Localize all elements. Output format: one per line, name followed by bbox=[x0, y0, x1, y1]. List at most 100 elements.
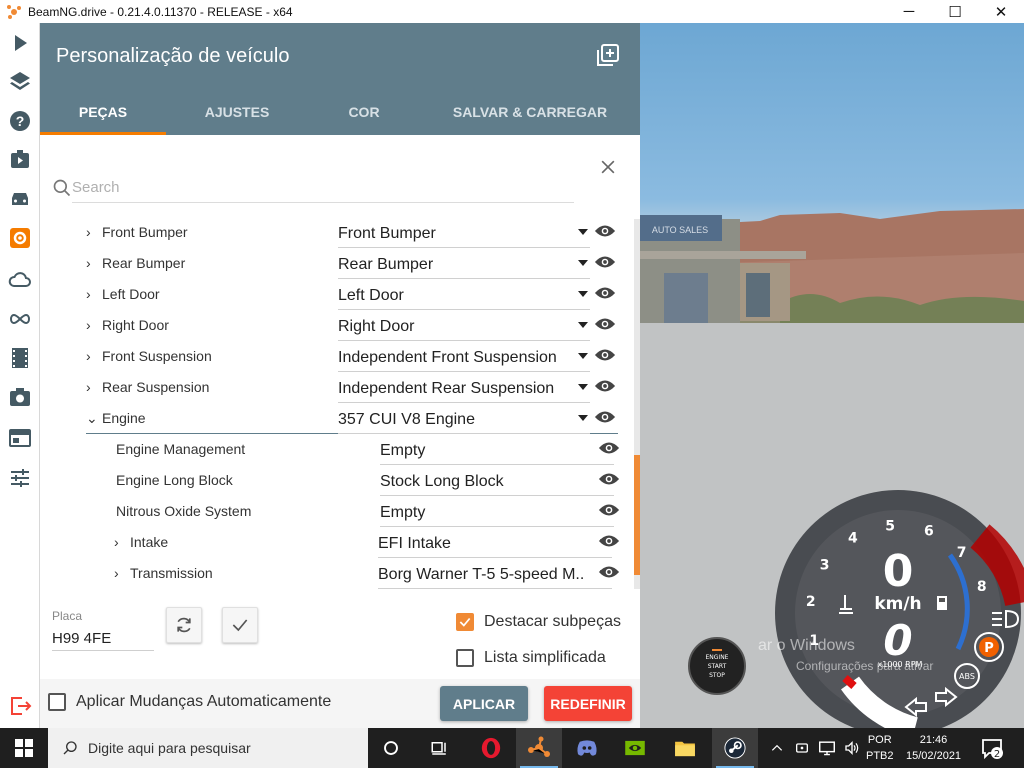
part-row[interactable]: ⌄ Engine 357 CUI V8 Engine bbox=[86, 403, 618, 434]
chevron-right-icon[interactable]: › bbox=[86, 380, 96, 394]
eye-icon[interactable] bbox=[594, 347, 616, 363]
part-row[interactable]: › Front Suspension Independent Front Suspe… bbox=[86, 341, 618, 372]
part-select[interactable]: Stock Long Block bbox=[380, 465, 614, 496]
input-language[interactable]: POR PTB2 bbox=[866, 732, 894, 764]
chevron-right-icon[interactable]: › bbox=[86, 225, 96, 239]
eye-icon[interactable] bbox=[598, 533, 620, 549]
chevron-right-icon[interactable]: › bbox=[86, 349, 96, 363]
vehicle-config-icon[interactable] bbox=[6, 224, 34, 252]
eye-icon[interactable] bbox=[598, 440, 620, 456]
cloud-icon[interactable] bbox=[6, 265, 34, 293]
exit-icon[interactable] bbox=[6, 692, 34, 720]
start-button[interactable] bbox=[0, 728, 48, 768]
part-row[interactable]: › Right Door Right Door bbox=[86, 310, 618, 341]
randomize-plate-button[interactable] bbox=[166, 607, 202, 643]
opera-icon[interactable] bbox=[468, 728, 514, 768]
part-row[interactable]: › Left Door Left Door bbox=[86, 279, 618, 310]
part-select[interactable]: Independent Rear Suspension bbox=[338, 372, 590, 403]
dropdown-arrow-icon[interactable] bbox=[578, 353, 588, 359]
tab-tuning[interactable]: AJUSTES bbox=[166, 103, 308, 135]
eye-icon[interactable] bbox=[594, 409, 616, 425]
eye-icon[interactable] bbox=[598, 471, 620, 487]
subpart-row[interactable]: › Transmission Borg Warner T-5 5-speed M..… bbox=[114, 558, 620, 589]
simple-list-checkbox[interactable] bbox=[456, 649, 474, 667]
part-select[interactable]: EFI Intake bbox=[378, 527, 612, 558]
subpart-row[interactable]: Nitrous Oxide System Empty bbox=[114, 496, 620, 527]
close-window-button[interactable]: ✕ bbox=[978, 0, 1024, 23]
dropdown-arrow-icon[interactable] bbox=[578, 229, 588, 235]
eye-icon[interactable] bbox=[598, 502, 620, 518]
maximize-button[interactable]: ☐ bbox=[932, 0, 978, 23]
search-input[interactable] bbox=[72, 173, 574, 203]
chevron-right-icon[interactable]: › bbox=[86, 256, 96, 270]
tab-color[interactable]: COR bbox=[308, 103, 420, 135]
apply-button[interactable]: APLICAR bbox=[440, 686, 528, 721]
dropdown-arrow-icon[interactable] bbox=[578, 415, 588, 421]
game-viewport[interactable]: AUTO SALES 12345678 0 km/h 0 x1000 RPM a… bbox=[640, 23, 1024, 728]
ui-apps-icon[interactable] bbox=[6, 424, 34, 452]
dropdown-arrow-icon[interactable] bbox=[578, 291, 588, 297]
nvidia-icon[interactable] bbox=[612, 728, 658, 768]
eye-icon[interactable] bbox=[594, 285, 616, 301]
camera-icon[interactable] bbox=[6, 383, 34, 411]
part-select[interactable]: Independent Front Suspension bbox=[338, 341, 590, 372]
part-row[interactable]: › Rear Suspension Independent Rear Suspens… bbox=[86, 372, 618, 403]
part-row[interactable]: › Front Bumper Front Bumper bbox=[86, 219, 618, 248]
tab-parts[interactable]: PEÇAS bbox=[40, 103, 166, 135]
part-select[interactable]: Empty bbox=[380, 434, 614, 465]
scenario-icon[interactable] bbox=[6, 145, 34, 173]
part-select[interactable]: Rear Bumper bbox=[338, 248, 590, 279]
film-icon[interactable] bbox=[6, 344, 34, 372]
apply-plate-button[interactable] bbox=[222, 607, 258, 643]
subpart-row[interactable]: › Intake EFI Intake bbox=[114, 527, 620, 558]
eye-icon[interactable] bbox=[594, 378, 616, 394]
highlight-subparts-checkbox[interactable] bbox=[456, 613, 474, 631]
auto-apply-checkbox[interactable] bbox=[48, 693, 66, 711]
part-select[interactable]: Left Door bbox=[338, 279, 590, 310]
car-icon[interactable] bbox=[6, 185, 34, 213]
webcam-icon[interactable] bbox=[794, 740, 810, 756]
volume-icon[interactable] bbox=[844, 740, 860, 756]
steam-icon[interactable] bbox=[712, 728, 758, 768]
minimize-button[interactable]: ─ bbox=[886, 0, 932, 23]
dropdown-arrow-icon[interactable] bbox=[578, 384, 588, 390]
add-config-icon[interactable] bbox=[596, 43, 620, 67]
file-explorer-icon[interactable] bbox=[662, 728, 708, 768]
cortana-icon[interactable] bbox=[368, 728, 414, 768]
eye-icon[interactable] bbox=[598, 564, 620, 580]
layers-icon[interactable] bbox=[6, 67, 34, 95]
discord-icon[interactable] bbox=[564, 728, 610, 768]
play-icon[interactable] bbox=[6, 29, 34, 57]
part-row[interactable]: › Rear Bumper Rear Bumper bbox=[86, 248, 618, 279]
close-icon[interactable] bbox=[598, 157, 618, 177]
beamng-taskbar-icon[interactable] bbox=[516, 728, 562, 768]
help-icon[interactable]: ? bbox=[6, 107, 34, 135]
simple-list-option[interactable]: Lista simplificada bbox=[456, 649, 606, 667]
chevron-up-icon[interactable] bbox=[770, 741, 784, 755]
notification-center-icon[interactable]: 2 bbox=[980, 736, 1004, 760]
infinity-icon[interactable] bbox=[6, 305, 34, 333]
subpart-row[interactable]: Engine Long Block Stock Long Block bbox=[114, 465, 620, 496]
chevron-down-icon[interactable]: ⌄ bbox=[86, 411, 98, 425]
engine-start-stop-button[interactable]: ENGINE START STOP bbox=[688, 637, 746, 695]
license-plate-input[interactable] bbox=[52, 627, 154, 651]
dropdown-arrow-icon[interactable] bbox=[578, 260, 588, 266]
taskbar-search[interactable]: Digite aqui para pesquisar bbox=[48, 728, 368, 768]
chevron-right-icon[interactable]: › bbox=[86, 318, 96, 332]
chevron-right-icon[interactable]: › bbox=[114, 535, 124, 549]
chevron-right-icon[interactable]: › bbox=[114, 566, 124, 580]
part-select[interactable]: Front Bumper bbox=[338, 219, 590, 248]
chevron-right-icon[interactable]: › bbox=[86, 287, 96, 301]
settings-sliders-icon[interactable] bbox=[6, 464, 34, 492]
part-select[interactable]: 357 CUI V8 Engine bbox=[338, 403, 590, 434]
clock[interactable]: 21:46 15/02/2021 bbox=[906, 732, 961, 764]
network-icon[interactable] bbox=[818, 740, 836, 756]
eye-icon[interactable] bbox=[594, 254, 616, 270]
part-select[interactable]: Empty bbox=[380, 496, 614, 527]
eye-icon[interactable] bbox=[594, 316, 616, 332]
task-view-icon[interactable] bbox=[416, 728, 462, 768]
highlight-subparts-option[interactable]: Destacar subpeças bbox=[456, 613, 621, 631]
eye-icon[interactable] bbox=[594, 223, 616, 239]
reset-button[interactable]: REDEFINIR bbox=[544, 686, 632, 721]
part-select[interactable]: Right Door bbox=[338, 310, 590, 341]
